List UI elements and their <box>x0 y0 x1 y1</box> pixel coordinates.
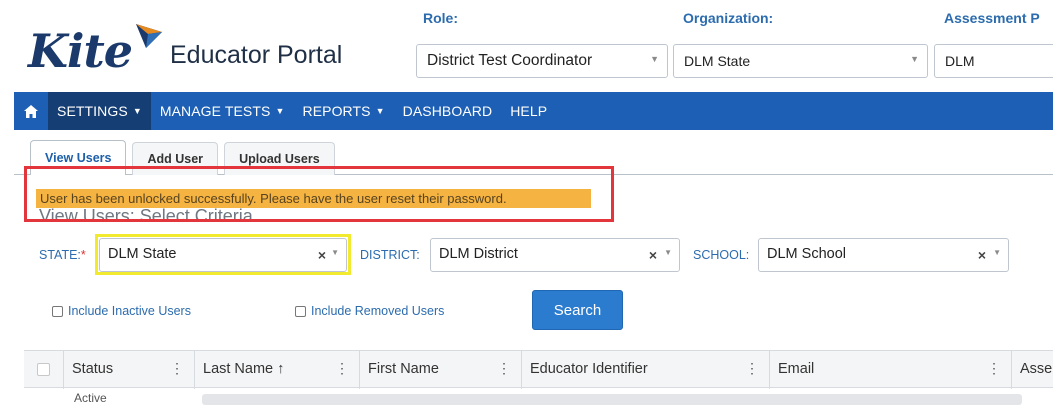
organization-label: Organization: <box>683 10 774 26</box>
grid-header: Status ⋮ Last Name ↑ ⋮ First Name ⋮ Educ… <box>24 350 1053 389</box>
chevron-down-icon: ▼ <box>664 248 672 257</box>
checkbox-icon[interactable] <box>52 305 63 317</box>
required-marker: * <box>80 248 86 262</box>
organization-select[interactable]: DLM State ▼ <box>673 44 928 78</box>
column-last-name[interactable]: Last Name ↑ ⋮ <box>194 351 359 389</box>
chevron-down-icon: ▼ <box>910 54 919 64</box>
nav-settings-label: SETTINGS <box>57 103 128 119</box>
assessment-program-value: DLM <box>945 53 975 69</box>
column-menu-icon[interactable]: ⋮ <box>170 360 184 377</box>
chevron-down-icon: ▼ <box>993 248 1001 257</box>
school-select[interactable]: DLM School × ▼ <box>758 238 1009 272</box>
school-label: SCHOOL: <box>693 248 750 262</box>
include-inactive-checkbox[interactable]: Include Inactive Users <box>52 304 191 318</box>
search-button[interactable]: Search <box>532 290 623 330</box>
clear-icon[interactable]: × <box>649 247 657 263</box>
include-inactive-label: Include Inactive Users <box>68 304 191 318</box>
column-first-name[interactable]: First Name ⋮ <box>359 351 521 389</box>
district-select[interactable]: DLM District × ▼ <box>430 238 680 272</box>
state-highlight-box <box>95 234 351 275</box>
include-removed-label: Include Removed Users <box>311 304 445 318</box>
redacted-row-content <box>202 394 1022 405</box>
nav-help-label: HELP <box>510 103 548 119</box>
caret-down-icon: ▼ <box>375 106 385 116</box>
role-value: District Test Coordinator <box>427 52 593 69</box>
kite-logo: Kite Educator Portal <box>28 14 342 74</box>
role-select[interactable]: District Test Coordinator ▼ <box>416 44 668 78</box>
include-removed-checkbox[interactable]: Include Removed Users <box>295 304 444 318</box>
column-menu-icon[interactable]: ⋮ <box>987 360 1001 377</box>
kite-logo-icon <box>134 20 164 50</box>
column-educator-identifier[interactable]: Educator Identifier ⋮ <box>521 351 769 389</box>
column-assessment[interactable]: Asse <box>1011 351 1053 389</box>
nav-manage-tests[interactable]: MANAGE TESTS ▼ <box>151 92 294 130</box>
nav-help[interactable]: HELP <box>501 92 556 130</box>
column-email[interactable]: Email ⋮ <box>769 351 1011 389</box>
checkbox-icon[interactable] <box>295 305 306 317</box>
column-menu-icon[interactable]: ⋮ <box>335 360 349 377</box>
table-row[interactable]: Active <box>24 389 1053 405</box>
nav-reports[interactable]: REPORTS ▼ <box>293 92 393 130</box>
school-value: DLM School <box>767 246 846 262</box>
caret-down-icon: ▼ <box>275 106 285 116</box>
nav-manage-tests-label: MANAGE TESTS <box>159 103 271 119</box>
logo-text: Kite <box>28 24 133 78</box>
assessment-program-select[interactable]: DLM <box>934 44 1053 78</box>
nav-reports-label: REPORTS <box>302 103 371 119</box>
role-label: Role: <box>423 10 458 26</box>
select-all-checkbox[interactable] <box>37 363 50 376</box>
users-grid: Status ⋮ Last Name ↑ ⋮ First Name ⋮ Educ… <box>24 350 1053 405</box>
nav-dashboard[interactable]: DASHBOARD <box>394 92 502 130</box>
organization-value: DLM State <box>684 53 751 69</box>
column-menu-icon[interactable]: ⋮ <box>745 360 759 377</box>
district-label: DISTRICT: <box>360 248 420 262</box>
chevron-down-icon: ▼ <box>650 54 659 64</box>
app-header: Kite Educator Portal Role: District Test… <box>0 0 1053 88</box>
main-nav: SETTINGS ▼ MANAGE TESTS ▼ REPORTS ▼ DASH… <box>14 92 1053 130</box>
nav-settings[interactable]: SETTINGS ▼ <box>48 92 151 130</box>
row-status: Active <box>74 391 107 405</box>
portal-name: Educator Portal <box>169 41 343 69</box>
assessment-program-label: Assessment P <box>944 10 1040 26</box>
clear-icon[interactable]: × <box>978 247 986 263</box>
caret-down-icon: ▼ <box>132 106 142 116</box>
state-label: STATE:* <box>39 248 86 262</box>
column-menu-icon[interactable]: ⋮ <box>497 360 511 377</box>
nav-dashboard-label: DASHBOARD <box>402 103 493 119</box>
column-status[interactable]: Status ⋮ <box>63 351 194 389</box>
district-value: DLM District <box>439 246 518 262</box>
callout-highlight-box <box>24 166 614 222</box>
home-icon[interactable] <box>14 92 48 130</box>
